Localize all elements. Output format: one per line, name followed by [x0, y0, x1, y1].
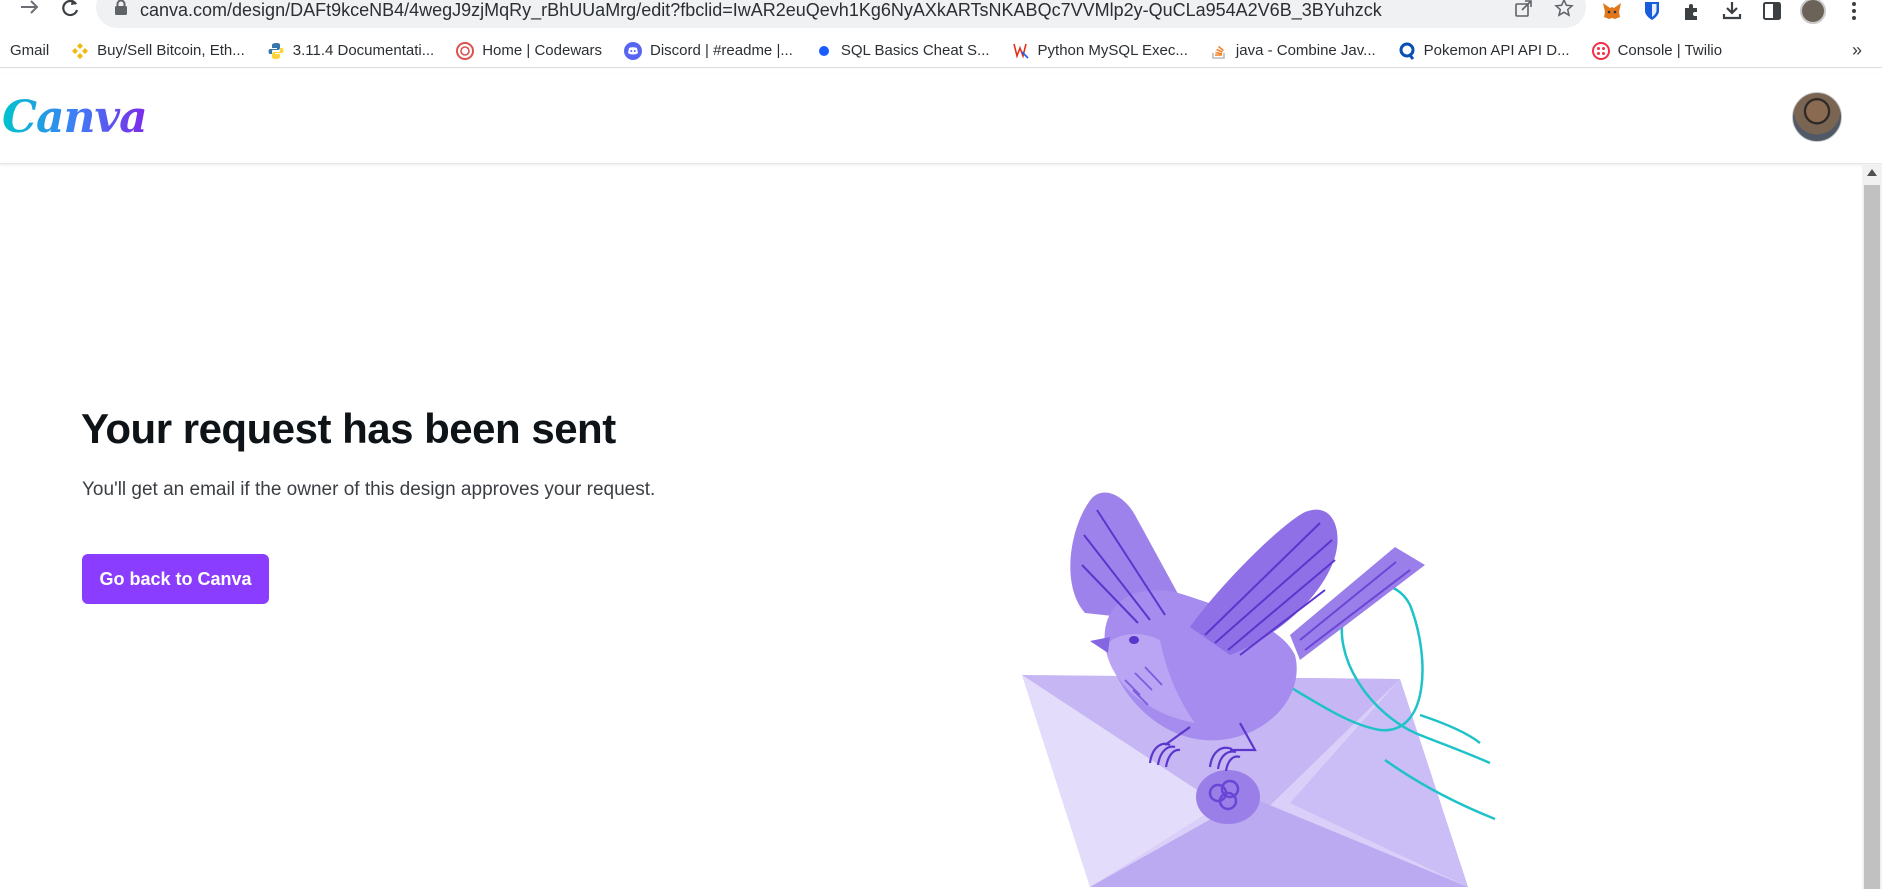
scroll-up-arrow-icon[interactable] — [1867, 169, 1877, 176]
star-icon[interactable] — [1554, 0, 1574, 18]
bookmark-label: Discord | #readme |... — [650, 42, 793, 59]
w3-icon — [1012, 42, 1030, 60]
bookmark-label: Home | Codewars — [482, 42, 602, 59]
page-scrollbar[interactable] — [1862, 165, 1882, 889]
bookmark-twilio[interactable]: Console | Twilio — [1591, 41, 1723, 60]
page-subtitle: You'll get an email if the owner of this… — [82, 479, 656, 500]
profile-avatar-icon[interactable] — [1800, 0, 1826, 24]
bookmark-discord[interactable]: Discord | #readme |... — [624, 41, 793, 60]
bookmark-label: java - Combine Jav... — [1235, 42, 1376, 59]
bookmarks-overflow-icon[interactable]: » — [1852, 40, 1862, 61]
binance-icon — [71, 42, 89, 60]
canva-logo[interactable]: Canva — [2, 92, 148, 143]
extensions-icon[interactable] — [1680, 0, 1704, 23]
bookmark-binance[interactable]: Buy/Sell Bitcoin, Eth... — [71, 42, 245, 60]
url-text[interactable]: canva.com/design/DAFt9kceNB4/4wegJ9zjMqR… — [140, 0, 1382, 21]
menu-icon[interactable] — [1842, 0, 1866, 23]
bitwarden-icon[interactable] — [1640, 0, 1664, 23]
bookmark-gmail[interactable]: Gmail — [10, 42, 49, 59]
bookmark-label: SQL Basics Cheat S... — [840, 42, 990, 59]
bookmark-pokeapi[interactable]: Pokemon API API D... — [1398, 42, 1570, 60]
bookmark-label: Pokemon API API D... — [1423, 42, 1570, 59]
dot-icon — [815, 42, 833, 60]
bird-envelope-illustration — [1022, 492, 1496, 887]
address-bar[interactable]: canva.com/design/DAFt9kceNB4/4wegJ9zjMqR… — [96, 0, 1586, 28]
sidepanel-icon[interactable] — [1760, 0, 1784, 23]
pokeapi-icon — [1398, 42, 1416, 60]
twilio-icon — [1591, 41, 1610, 60]
lock-icon[interactable] — [114, 0, 128, 15]
codewars-icon — [456, 41, 475, 60]
bookmark-python-docs[interactable]: 3.11.4 Documentati... — [267, 42, 434, 60]
main-content: Your request has been sent You'll get an… — [0, 165, 1860, 889]
download-icon[interactable] — [1720, 0, 1744, 23]
python-icon — [267, 42, 285, 60]
bookmark-label: 3.11.4 Documentati... — [292, 42, 435, 59]
bookmark-w3schools[interactable]: Python MySQL Exec... — [1012, 42, 1188, 60]
bookmark-label: Buy/Sell Bitcoin, Eth... — [97, 42, 245, 59]
go-back-to-canva-button[interactable]: Go back to Canva — [82, 554, 269, 604]
bookmarks-bar: Gmail Buy/Sell Bitcoin, Eth... 3.11.4 Do… — [0, 34, 1882, 68]
bookmark-stackoverflow[interactable]: java - Combine Jav... — [1210, 42, 1376, 60]
metamask-icon[interactable] — [1600, 0, 1624, 23]
reload-icon[interactable] — [58, 0, 82, 20]
share-icon[interactable] — [1514, 0, 1534, 18]
bookmark-sql[interactable]: SQL Basics Cheat S... — [815, 42, 990, 60]
forward-icon[interactable] — [18, 0, 42, 21]
bookmark-label: Python MySQL Exec... — [1037, 42, 1188, 59]
bookmark-codewars[interactable]: Home | Codewars — [456, 41, 602, 60]
discord-icon — [624, 41, 642, 60]
bookmark-label: Gmail — [10, 42, 50, 59]
stackoverflow-icon — [1210, 42, 1228, 60]
browser-toolbar: canva.com/design/DAFt9kceNB4/4wegJ9zjMqR… — [0, 0, 1882, 29]
scroll-thumb[interactable] — [1864, 185, 1880, 889]
canva-header: Canva — [0, 74, 1882, 164]
bookmark-label: Console | Twilio — [1617, 42, 1723, 59]
page-title: Your request has been sent — [81, 405, 616, 452]
user-avatar[interactable] — [1792, 92, 1842, 142]
